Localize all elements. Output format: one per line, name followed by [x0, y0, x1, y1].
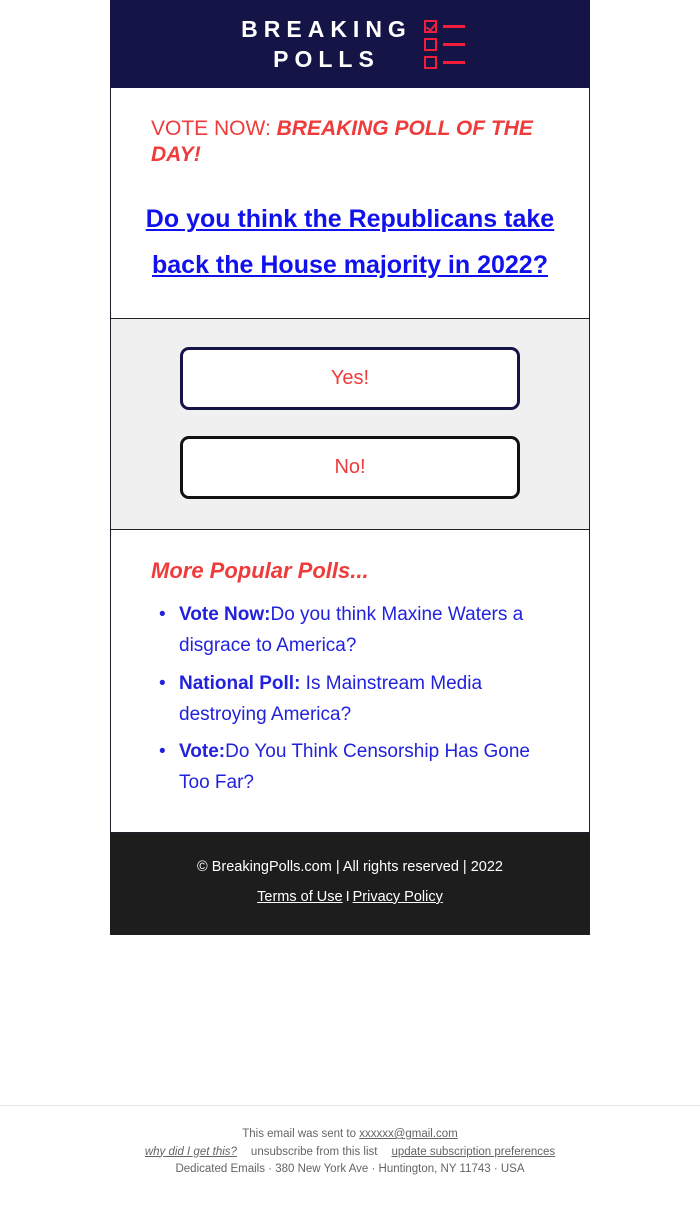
brand-name-line1: BREAKING — [241, 15, 412, 42]
email-card: BREAKING POLLS VOTE NOW: BREAKING POLL O… — [110, 0, 590, 935]
poll-headline-section: VOTE NOW: BREAKING POLL OF THE DAY! Do y… — [110, 88, 590, 320]
footer-link-separator: I — [345, 888, 350, 905]
poll-kicker-prefix: VOTE NOW: — [151, 117, 277, 140]
list-item-text: Do You Think Censorship Has Gone Too Far… — [179, 741, 530, 794]
more-polls-title: More Popular Polls... — [151, 558, 369, 584]
mailer-footer: This email was sent to xxxxxx@gmail.com … — [0, 1126, 700, 1179]
why-did-i-get-this-link[interactable]: why did I get this? — [145, 1146, 237, 1158]
brand-wordmark: BREAKING POLLS — [235, 15, 412, 72]
checklist-dash-icon — [442, 61, 465, 64]
vote-buttons-section: Yes! No! — [110, 319, 590, 531]
privacy-policy-link[interactable]: Privacy Policy — [353, 889, 443, 905]
vote-no-button[interactable]: No! — [180, 436, 520, 500]
checklist-row — [423, 20, 465, 33]
checkbox-empty-icon — [423, 56, 437, 69]
email-footer: © BreakingPolls.com | All rights reserve… — [110, 832, 590, 935]
brand-lockup: BREAKING POLLS — [235, 15, 465, 72]
recipient-email-link[interactable]: xxxxxx@gmail.com — [359, 1128, 458, 1140]
poll-question-link[interactable]: Do you think the Republicans take back t… — [136, 197, 564, 318]
mailer-divider — [0, 1105, 700, 1106]
checkbox-checked-icon — [423, 20, 437, 33]
mailer-address: Dedicated Emails · 380 New York Ave · Hu… — [175, 1163, 525, 1175]
list-item[interactable]: National Poll: Is Mainstream Media destr… — [159, 669, 559, 731]
more-polls-list: Vote Now:Do you think Maxine Waters a di… — [111, 600, 589, 799]
brand-name-line2: POLLS — [273, 45, 380, 72]
vote-yes-button[interactable]: Yes! — [180, 347, 520, 411]
list-item-label: National Poll: — [179, 672, 301, 694]
more-polls-section: More Popular Polls... Vote Now:Do you th… — [110, 530, 590, 833]
copyright-text: © BreakingPolls.com | All rights reserve… — [197, 858, 503, 875]
brand-header: BREAKING POLLS — [110, 0, 590, 88]
list-item[interactable]: Vote Now:Do you think Maxine Waters a di… — [159, 600, 559, 662]
list-item-label: Vote: — [179, 741, 226, 763]
sent-to-line: This email was sent to xxxxxx@gmail.com — [0, 1126, 700, 1144]
headline-block: VOTE NOW: BREAKING POLL OF THE DAY! — [111, 88, 589, 167]
checklist-icon — [423, 20, 465, 69]
checklist-row — [423, 38, 465, 51]
checkbox-empty-icon — [423, 38, 437, 51]
list-item-label: Vote Now: — [179, 604, 271, 626]
checklist-row — [423, 56, 465, 69]
unsubscribe-link[interactable]: unsubscribe from this list — [251, 1146, 378, 1158]
sent-to-prefix: This email was sent to — [242, 1128, 360, 1140]
update-preferences-link[interactable]: update subscription preferences — [391, 1146, 555, 1158]
mailer-links-line: why did I get this? unsubscribe from this… — [0, 1144, 700, 1162]
list-item[interactable]: Vote:Do You Think Censorship Has Gone To… — [159, 737, 559, 799]
terms-of-use-link[interactable]: Terms of Use — [257, 889, 342, 905]
checklist-dash-icon — [442, 25, 465, 28]
checklist-dash-icon — [442, 43, 465, 46]
poll-kicker: VOTE NOW: BREAKING POLL OF THE DAY! — [151, 116, 549, 167]
footer-links: Terms of Use I Privacy Policy — [130, 889, 570, 905]
